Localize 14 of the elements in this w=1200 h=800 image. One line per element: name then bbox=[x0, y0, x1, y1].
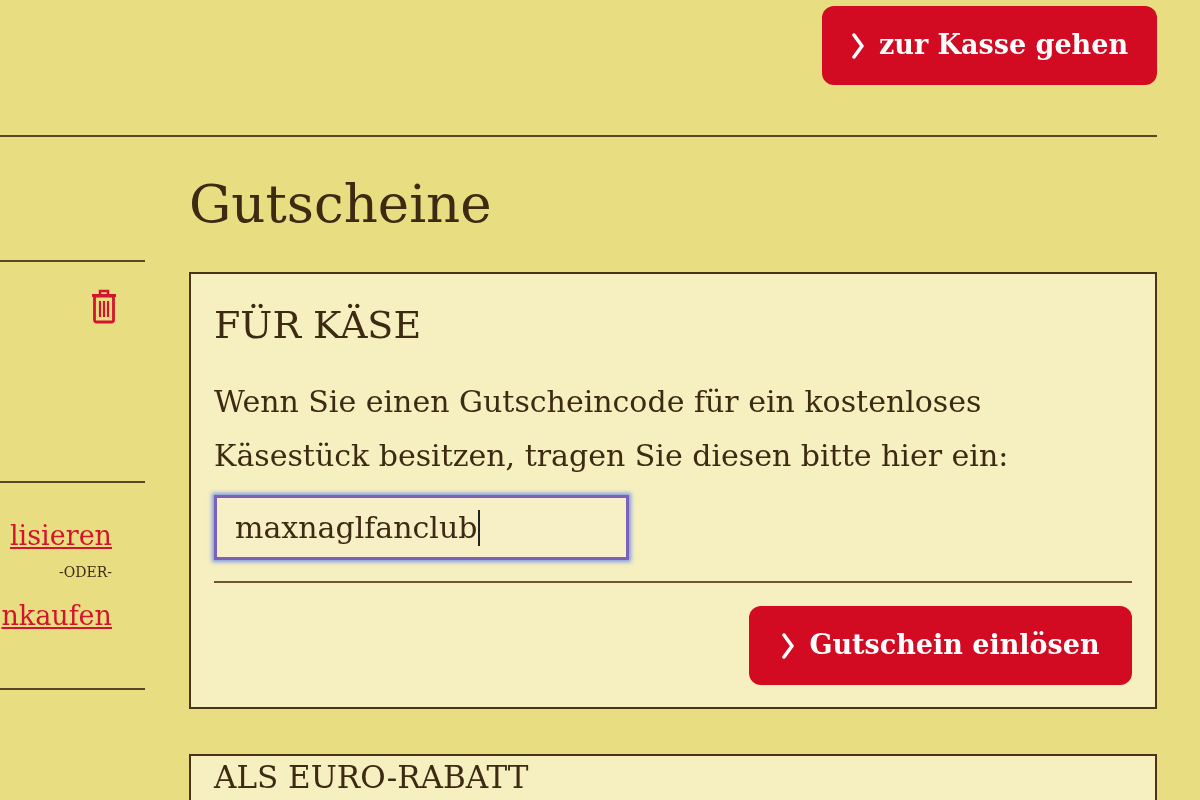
continue-shopping-link[interactable]: nkaufen bbox=[1, 596, 112, 636]
voucher-code-field[interactable]: maxnaglfanclub bbox=[214, 495, 629, 560]
voucher-description: Wenn Sie einen Gutscheincode für ein kostenloses Käsestück besitzen, tragen Sie diesen bitte hier ein: bbox=[214, 383, 1010, 475]
chevron-right-icon bbox=[851, 32, 865, 59]
or-separator: -ODER- bbox=[59, 563, 112, 582]
vouchers-heading: Gutscheine bbox=[189, 173, 492, 235]
card-heading: FÜR KÄSE bbox=[214, 303, 422, 348]
checkout-button[interactable]: zur Kasse gehen bbox=[822, 6, 1157, 85]
trash-icon[interactable] bbox=[91, 288, 117, 324]
text-cursor-icon bbox=[477, 509, 480, 546]
chevron-right-icon bbox=[781, 632, 796, 659]
update-cart-link[interactable]: lisieren bbox=[10, 516, 112, 556]
redeem-voucher-button[interactable]: Gutschein einlösen bbox=[749, 606, 1132, 685]
card-heading: ALS EURO-RABATT bbox=[214, 760, 529, 794]
